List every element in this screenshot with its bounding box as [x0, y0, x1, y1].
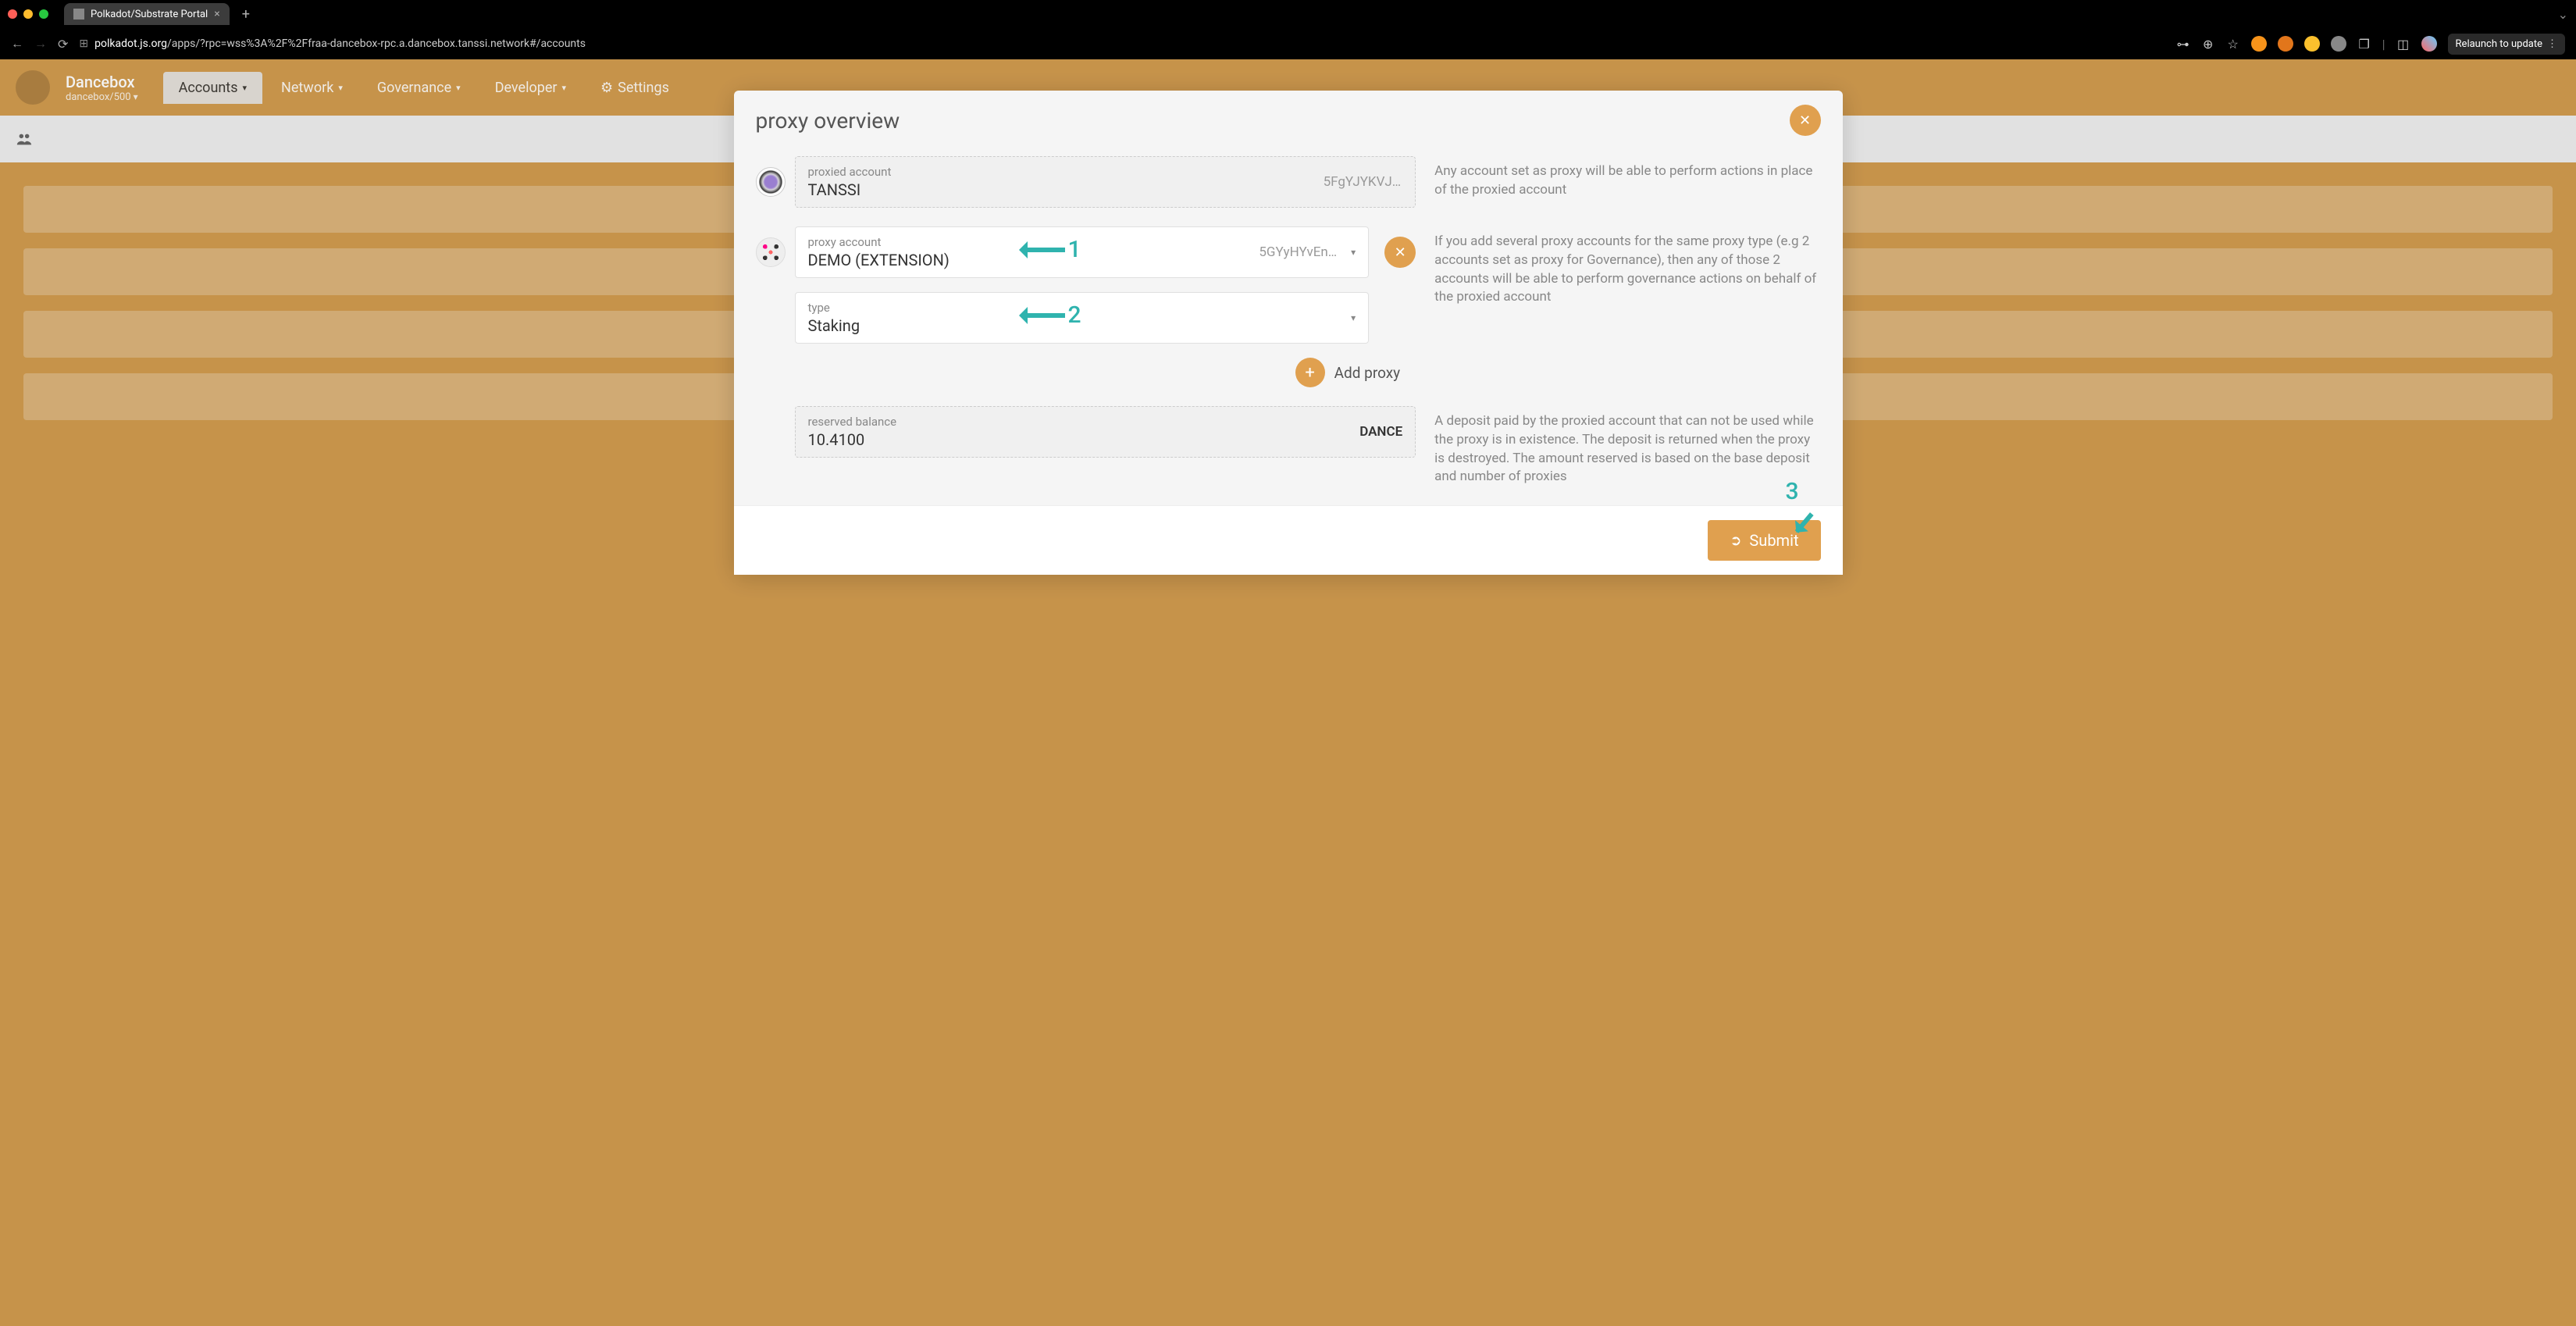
minimize-window-button[interactable] [23, 9, 33, 19]
bookmark-icon[interactable]: ☆ [2226, 37, 2240, 51]
add-proxy-row: + Add proxy [756, 358, 1416, 387]
submit-label: Submit [1749, 531, 1798, 550]
profile-avatar-icon[interactable] [2421, 36, 2437, 52]
extension-1-icon[interactable] [2251, 36, 2267, 52]
url-host: polkadot.js.org [94, 37, 167, 50]
proxy-type-value: Staking [808, 316, 1356, 335]
site-settings-icon[interactable]: ⊞ [79, 37, 88, 50]
identicon-icon [756, 237, 786, 267]
reserved-description: A deposit paid by the proxied account th… [1434, 406, 1820, 487]
back-button[interactable]: ← [11, 36, 23, 52]
tab-overflow-icon[interactable]: ⌄ [2558, 7, 2568, 22]
plus-icon: + [1305, 363, 1314, 383]
proxy-account-address: 5GYyHYvEn… [1259, 244, 1337, 260]
signin-icon: ➲ [1730, 533, 1741, 549]
reload-button[interactable]: ⟳ [58, 37, 68, 52]
forward-button[interactable]: → [34, 36, 47, 52]
address-bar-row: ← → ⟳ ⊞ polkadot.js.org/apps/?rpc=wss%3A… [0, 28, 2576, 59]
maximize-window-button[interactable] [39, 9, 48, 19]
close-modal-button[interactable]: ✕ [1790, 105, 1821, 136]
tab-title: Polkadot/Substrate Portal [91, 9, 208, 20]
reserved-balance-box: reserved balance 10.4100 DANCE [795, 406, 1416, 458]
add-proxy-button[interactable]: + [1295, 358, 1325, 387]
address-bar[interactable]: ⊞ polkadot.js.org/apps/?rpc=wss%3A%2F%2F… [79, 37, 2164, 50]
url-path: /apps/?rpc=wss%3A%2F%2Ffraa-dancebox-rpc… [167, 37, 586, 50]
close-window-button[interactable] [8, 9, 17, 19]
chrome-menu-icon[interactable]: ⋮ [2547, 38, 2557, 50]
key-icon[interactable]: ⊶ [2176, 37, 2190, 51]
relaunch-label: Relaunch to update [2456, 38, 2542, 50]
identicon-icon [756, 167, 786, 197]
new-tab-button[interactable]: + [236, 6, 256, 23]
tab-close-icon[interactable]: × [214, 8, 219, 20]
modal-header: proxy overview ✕ [734, 91, 1843, 144]
field-label: reserved balance [808, 415, 897, 429]
favicon-icon [73, 9, 84, 20]
sidepanel-icon[interactable]: ◫ [2396, 37, 2410, 51]
remove-proxy-button[interactable]: ✕ [1384, 237, 1416, 268]
reserved-balance-token: DANCE [1359, 424, 1402, 440]
modal-footer: 3 ➲ Submit [734, 505, 1843, 575]
proxy-type-field: type Staking ▾ 2 [756, 292, 1416, 344]
window-controls [8, 9, 48, 19]
proxied-account-name: TANSSI [808, 180, 1403, 199]
tab-bar: Polkadot/Substrate Portal × + ⌄ [0, 0, 2576, 28]
toolbar-icons: ⊶ ⊕ ☆ ❐ | ◫ Relaunch to update ⋮ [2176, 34, 2565, 55]
submit-button[interactable]: ➲ Submit [1708, 520, 1820, 561]
proxy-row: proxy account DEMO (EXTENSION) 5GYyHYvEn… [756, 226, 1821, 387]
browser-tab[interactable]: Polkadot/Substrate Portal × [64, 3, 230, 25]
proxied-description: Any account set as proxy will be able to… [1434, 156, 1820, 200]
relaunch-button[interactable]: Relaunch to update ⋮ [2448, 34, 2565, 55]
modal-overlay: proxy overview ✕ proxied account TANSSI … [0, 59, 2576, 1326]
modal-title: proxy overview [756, 108, 900, 134]
proxy-type-dropdown[interactable]: type Staking ▾ [795, 292, 1370, 344]
proxy-account-dropdown[interactable]: proxy account DEMO (EXTENSION) 5GYyHYvEn… [795, 226, 1370, 278]
extensions-menu-icon[interactable]: ❐ [2357, 37, 2371, 51]
browser-chrome: Polkadot/Substrate Portal × + ⌄ ← → ⟳ ⊞ … [0, 0, 2576, 59]
modal-body: proxied account TANSSI 5FgYJYKVJ… Any ac… [734, 144, 1843, 505]
reserved-balance-value: 10.4100 [808, 430, 897, 449]
chevron-down-icon: ▾ [1351, 247, 1356, 258]
reserved-row: reserved balance 10.4100 DANCE A deposit… [756, 406, 1821, 487]
proxied-row: proxied account TANSSI 5FgYJYKVJ… Any ac… [756, 156, 1821, 208]
field-label: proxied account [808, 165, 1403, 179]
add-proxy-label: Add proxy [1334, 364, 1401, 382]
proxied-account-box: proxied account TANSSI 5FgYJYKVJ… [795, 156, 1416, 208]
proxy-overview-modal: proxy overview ✕ proxied account TANSSI … [734, 91, 1843, 575]
field-label: type [808, 301, 1356, 315]
close-icon: ✕ [1395, 244, 1406, 261]
proxied-account-address: 5FgYJYKVJ… [1324, 174, 1402, 190]
close-icon: ✕ [1799, 112, 1811, 129]
zoom-icon[interactable]: ⊕ [2201, 37, 2215, 51]
extension-3-icon[interactable] [2304, 36, 2320, 52]
proxied-account-field: proxied account TANSSI 5FgYJYKVJ… [756, 156, 1416, 208]
extension-4-icon[interactable] [2331, 36, 2346, 52]
proxy-account-field: proxy account DEMO (EXTENSION) 5GYyHYvEn… [756, 226, 1416, 278]
proxy-description: If you add several proxy accounts for th… [1434, 226, 1820, 307]
chevron-down-icon: ▾ [1351, 312, 1356, 323]
extension-2-icon[interactable] [2278, 36, 2293, 52]
